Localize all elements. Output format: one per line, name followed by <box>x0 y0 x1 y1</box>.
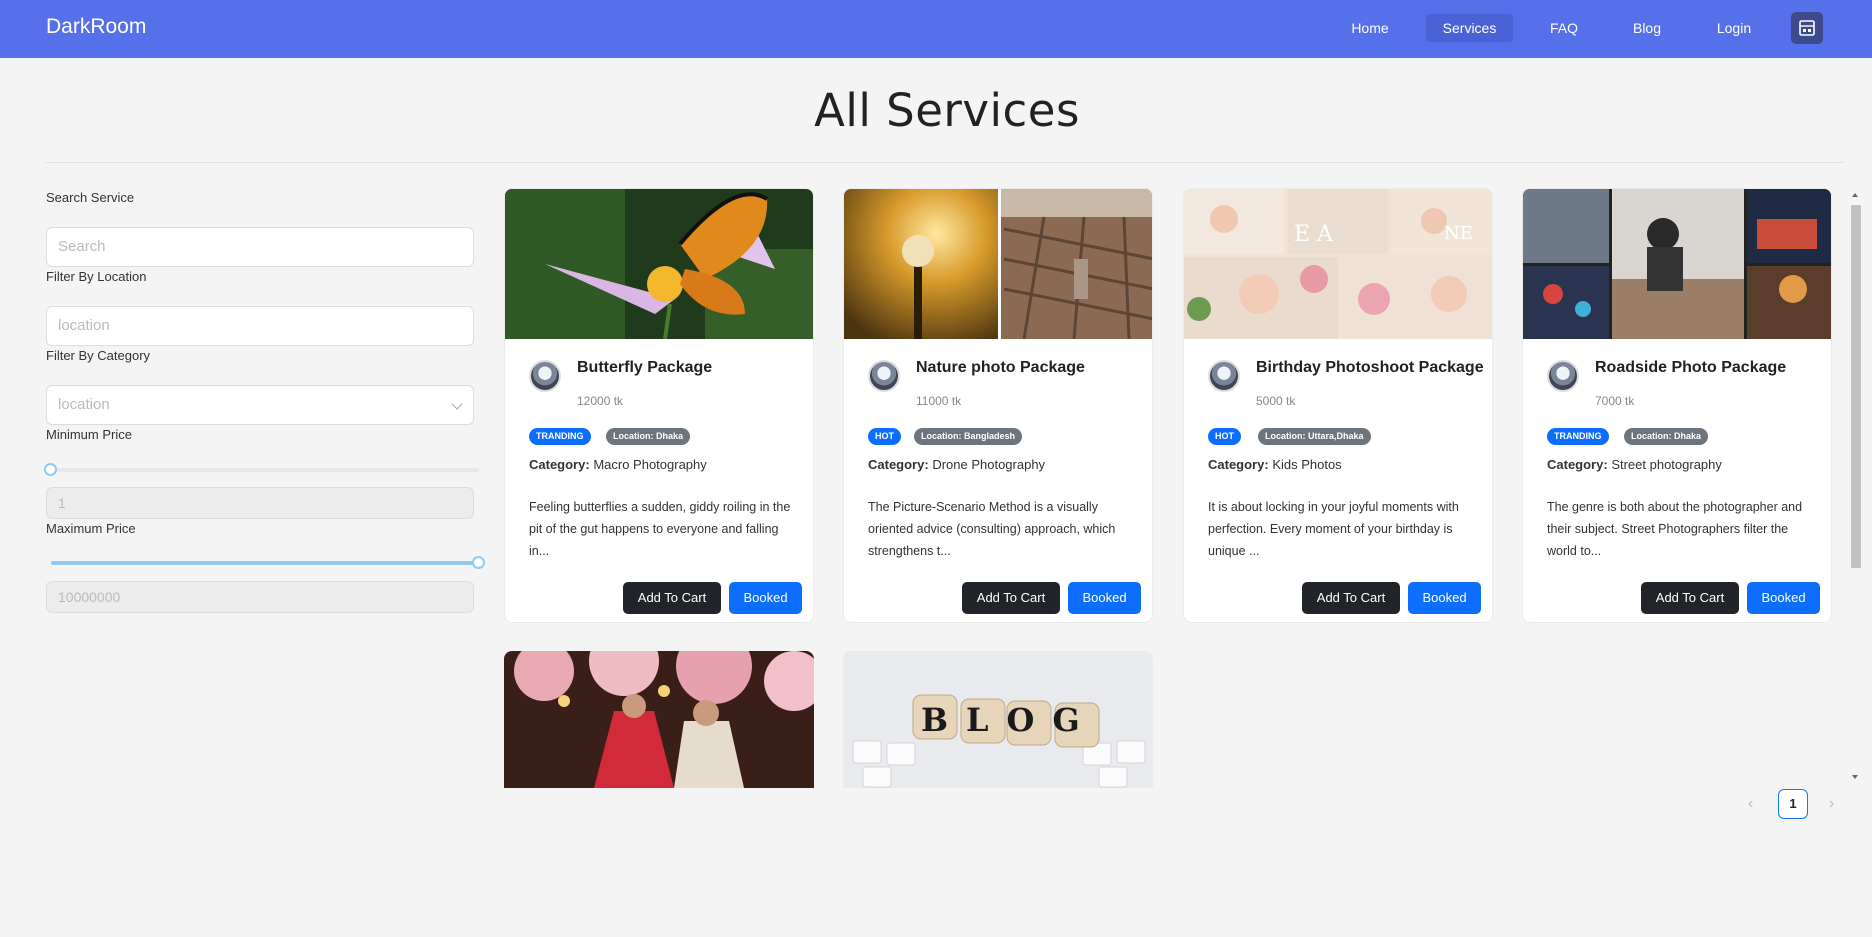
status-badge: HOT <box>1208 428 1241 445</box>
service-category: Category: Kids Photos <box>1208 457 1342 472</box>
min-price-field: 1 <box>46 487 474 519</box>
category-label: Category: <box>529 457 590 472</box>
service-image[interactable] <box>844 189 1152 339</box>
max-price-label: Maximum Price <box>46 521 136 536</box>
category-filter-label: Filter By Category <box>46 348 151 363</box>
service-description: Feeling butterflies a sudden, giddy roil… <box>529 500 791 558</box>
divider <box>46 162 1844 163</box>
category-value: Kids Photos <box>1272 457 1342 472</box>
category-value: Street photography <box>1611 457 1722 472</box>
cart-button[interactable] <box>1791 12 1823 44</box>
service-price: 12000 tk <box>577 394 624 408</box>
service-card: Roadside Photo Package 7000 tk TRANDING … <box>1522 188 1832 623</box>
service-image[interactable]: E A NE <box>1184 189 1492 339</box>
navbar: DarkRoom Home Services FAQ Blog Login <box>0 0 1872 58</box>
service-image[interactable] <box>505 189 813 339</box>
booked-button[interactable]: Booked <box>1408 582 1481 614</box>
category-select-value: location <box>58 396 110 413</box>
pagination-page[interactable]: 1 <box>1778 789 1808 819</box>
chevron-down-icon <box>451 398 463 410</box>
max-price-slider[interactable] <box>51 561 479 565</box>
add-to-cart-button[interactable]: Add To Cart <box>1641 582 1739 614</box>
location-badge: Location: Dhaka <box>606 428 691 445</box>
service-description: The Picture-Scenario Method is a visuall… <box>868 500 1116 558</box>
service-title: Birthday Photoshoot Package <box>1256 359 1484 376</box>
nav-home[interactable]: Home <box>1336 14 1404 42</box>
location-badge: Location: Bangladesh <box>914 428 1023 445</box>
service-card: Butterfly Package 12000 tk TRANDING Loca… <box>504 188 814 623</box>
min-price-handle[interactable] <box>44 463 57 476</box>
brand-logo[interactable]: DarkRoom <box>46 15 146 39</box>
page-title: All Services <box>814 84 1080 137</box>
max-price-field: 10000000 <box>46 581 474 613</box>
avatar <box>1208 360 1240 392</box>
nav-login[interactable]: Login <box>1700 14 1768 42</box>
search-label: Search Service <box>46 190 135 205</box>
avatar <box>1547 360 1579 392</box>
svg-text:E A: E A <box>1294 222 1334 247</box>
location-badge: Location: Dhaka <box>1624 428 1709 445</box>
status-badge: HOT <box>868 428 901 445</box>
service-description: It is about locking in your joyful momen… <box>1208 500 1459 558</box>
pagination-next[interactable]: › <box>1829 795 1834 813</box>
status-badge: TRANDING <box>529 428 591 445</box>
add-to-cart-button[interactable]: Add To Cart <box>1302 582 1400 614</box>
service-image[interactable] <box>504 651 814 788</box>
category-select[interactable]: location <box>46 385 474 425</box>
category-label: Category: <box>1547 457 1608 472</box>
scroll-up-icon <box>1852 193 1858 197</box>
scroll-thumb[interactable] <box>1851 205 1861 568</box>
avatar <box>868 360 900 392</box>
service-category: Category: Street photography <box>1547 457 1722 472</box>
category-value: Drone Photography <box>932 457 1046 472</box>
blog-image[interactable]: BLOG <box>843 651 1153 788</box>
location-filter-label: Filter By Location <box>46 269 147 284</box>
booked-button[interactable]: Booked <box>729 582 802 614</box>
service-description: The genre is both about the photographer… <box>1547 500 1803 558</box>
service-title: Butterfly Package <box>577 359 713 376</box>
location-badge: Location: Uttara,Dhaka <box>1258 428 1371 445</box>
booked-button[interactable]: Booked <box>1747 582 1820 614</box>
service-price: 11000 tk <box>916 394 962 408</box>
min-price-slider[interactable] <box>51 468 479 472</box>
scroll-down-icon <box>1852 775 1858 779</box>
category-value: Macro Photography <box>593 457 707 472</box>
category-label: Category: <box>868 457 929 472</box>
service-title: Nature photo Package <box>916 359 1085 376</box>
service-category: Category: Drone Photography <box>868 457 1045 472</box>
service-price: 7000 tk <box>1595 394 1635 408</box>
service-title: Roadside Photo Package <box>1595 359 1787 376</box>
max-price-handle[interactable] <box>472 556 485 569</box>
service-category: Category: Macro Photography <box>529 457 707 472</box>
blog-image-text: BLOG <box>921 701 1098 739</box>
category-label: Category: <box>1208 457 1269 472</box>
add-to-cart-button[interactable]: Add To Cart <box>623 582 721 614</box>
add-to-cart-button[interactable]: Add To Cart <box>962 582 1060 614</box>
service-card: E A NE Birthday Photoshoot Package 5000 … <box>1183 188 1493 623</box>
service-price: 5000 tk <box>1256 394 1296 408</box>
nav-faq[interactable]: FAQ <box>1534 14 1594 42</box>
cart-icon <box>1799 20 1815 36</box>
booked-button[interactable]: Booked <box>1068 582 1141 614</box>
avatar <box>529 360 561 392</box>
min-price-label: Minimum Price <box>46 427 132 442</box>
service-card: Nature photo Package 11000 tk HOT Locati… <box>843 188 1153 623</box>
status-badge: TRANDING <box>1547 428 1609 445</box>
nav-blog[interactable]: Blog <box>1617 14 1677 42</box>
location-input[interactable]: location <box>46 306 474 346</box>
service-image[interactable] <box>1523 189 1831 339</box>
pagination-prev[interactable]: ‹ <box>1748 795 1753 813</box>
nav-services[interactable]: Services <box>1426 14 1513 42</box>
svg-text:NE: NE <box>1444 223 1473 244</box>
search-input[interactable]: Search <box>46 227 474 267</box>
